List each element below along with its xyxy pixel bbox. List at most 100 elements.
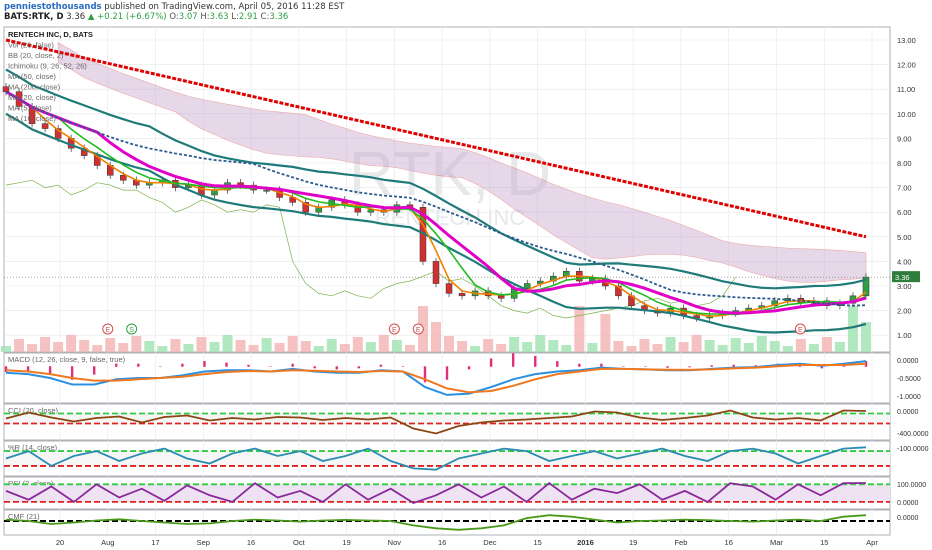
y-tick-label: 4.00 (897, 257, 912, 266)
published-text: published on TradingView.com, April 05, … (104, 2, 345, 12)
last-price: 3.36 (66, 12, 86, 22)
volume-bar (483, 339, 494, 352)
volume-bar (861, 322, 871, 352)
x-tick-label: Feb (674, 538, 687, 547)
volume-bar (769, 341, 780, 352)
macd-histogram-bar (247, 364, 250, 367)
y-tick-label: 1.00 (897, 331, 912, 340)
candle (432, 261, 440, 284)
event-label: E (798, 327, 803, 334)
macd-histogram-bar (181, 363, 184, 367)
volume-bar (14, 339, 25, 352)
x-tick-label: 16 (725, 538, 733, 547)
y-tick-label: 10.00 (897, 110, 916, 119)
y-tick-label: 9.00 (897, 134, 912, 143)
x-tick-label: 15 (533, 538, 541, 547)
volume-bar (1, 346, 11, 352)
volume-bar (548, 340, 559, 352)
volume-bar (92, 345, 103, 352)
macd-histogram-bar (335, 366, 338, 370)
pane-title: MACD (12, 26, close, 9, false, true) (8, 355, 126, 364)
volume-bar (235, 340, 246, 352)
y-tick-label: 13.00 (897, 36, 916, 45)
trading-chart[interactable]: 20 Aug 17 Sep 16 Oct 19 Nov 16 Dec 15 2016 19 Feb 16 Ma… (0, 0, 932, 550)
volume-bar (652, 344, 663, 352)
x-tick-label: Sep (197, 538, 210, 547)
volume-bar (639, 339, 650, 352)
volume-bar (782, 346, 793, 352)
open-label: O: (169, 12, 179, 22)
pane-tick-label: 0.0000 (897, 515, 919, 522)
pane-tick-label: 0.0000 (897, 358, 919, 365)
volume-bar (157, 346, 168, 352)
macd-histogram-bar (313, 366, 316, 369)
macd-histogram-bar (732, 364, 735, 367)
macd-histogram-bar (203, 361, 206, 367)
volume-bar (248, 345, 259, 352)
volume-bar (144, 341, 155, 352)
candle (263, 189, 270, 192)
volume-bar (561, 345, 572, 352)
indicator-legend: Ichimoku (9, 26, 52, 26) (8, 62, 87, 71)
x-tick-label: Dec (483, 538, 497, 547)
volume-bar (587, 343, 598, 352)
author-link[interactable]: penniestothousands (4, 2, 102, 12)
macd-histogram-bar (622, 366, 625, 367)
volume-bar (574, 306, 585, 352)
pane-tick-label: -400.0000 (897, 431, 929, 438)
indicator-legend: MA (5, close) (8, 104, 52, 113)
volume-bar (313, 346, 324, 352)
indicator-legend: MA (50, close) (8, 72, 56, 81)
macd-histogram-bar (401, 366, 405, 367)
volume-bar (118, 343, 129, 352)
event-label: E (392, 327, 397, 334)
x-tick-label: 17 (151, 538, 159, 547)
indicator-legend: MA (20, close) (8, 93, 56, 102)
macd-histogram-bar (93, 366, 96, 375)
volume-bar (665, 337, 676, 352)
x-tick-label: Aug (101, 538, 114, 547)
x-tick-label: Oct (293, 538, 306, 547)
high-value: 3.63 (209, 12, 229, 22)
macd-histogram-bar (379, 364, 383, 367)
volume-bar (730, 338, 741, 352)
volume-bar (365, 342, 376, 352)
x-tick-label: 19 (342, 538, 350, 547)
indicator-legend: RENTECH INC, D, BATS (8, 30, 93, 39)
x-tick-label: 20 (56, 538, 64, 547)
volume-bar (274, 343, 285, 352)
volume-bar (691, 335, 702, 352)
close-value: 3.36 (269, 12, 289, 22)
volume-bar (457, 341, 468, 352)
volume-bar (222, 335, 233, 352)
volume-bar (535, 335, 546, 352)
volume-bar (717, 345, 728, 352)
volume-bar (431, 322, 441, 352)
macd-histogram-bar (467, 366, 471, 370)
macd-histogram-bar (489, 358, 493, 367)
low-label: L: (231, 12, 239, 22)
candle (41, 123, 49, 129)
close-label: C: (260, 12, 270, 22)
y-tick-label: 6.00 (897, 208, 912, 217)
volume-bar (339, 344, 350, 352)
volume-bar (522, 342, 533, 352)
event-label: E (105, 327, 110, 334)
indicator-legend: Vol (20, false) (8, 41, 54, 50)
volume-bar (326, 339, 337, 352)
quote-header: BATS:RTK, D 3.36 ▲ +0.21 (+6.67%) O:3.07… (4, 12, 288, 22)
x-tick-label: 15 (820, 538, 828, 547)
macd-histogram-bar (159, 366, 162, 367)
y-tick-label: 11.00 (897, 85, 915, 94)
macd-histogram-bar (225, 362, 228, 367)
volume-bar (756, 336, 767, 352)
x-tick-label: 2016 (577, 538, 594, 547)
event-label: S (129, 327, 134, 334)
y-tick-label: 7.00 (897, 184, 912, 193)
y-tick-label: 12.00 (897, 61, 916, 70)
volume-bar (66, 335, 77, 352)
volume-bar (704, 340, 715, 352)
volume-bar (209, 342, 220, 352)
volume-bar (743, 343, 754, 352)
macd-histogram-bar (600, 363, 603, 367)
